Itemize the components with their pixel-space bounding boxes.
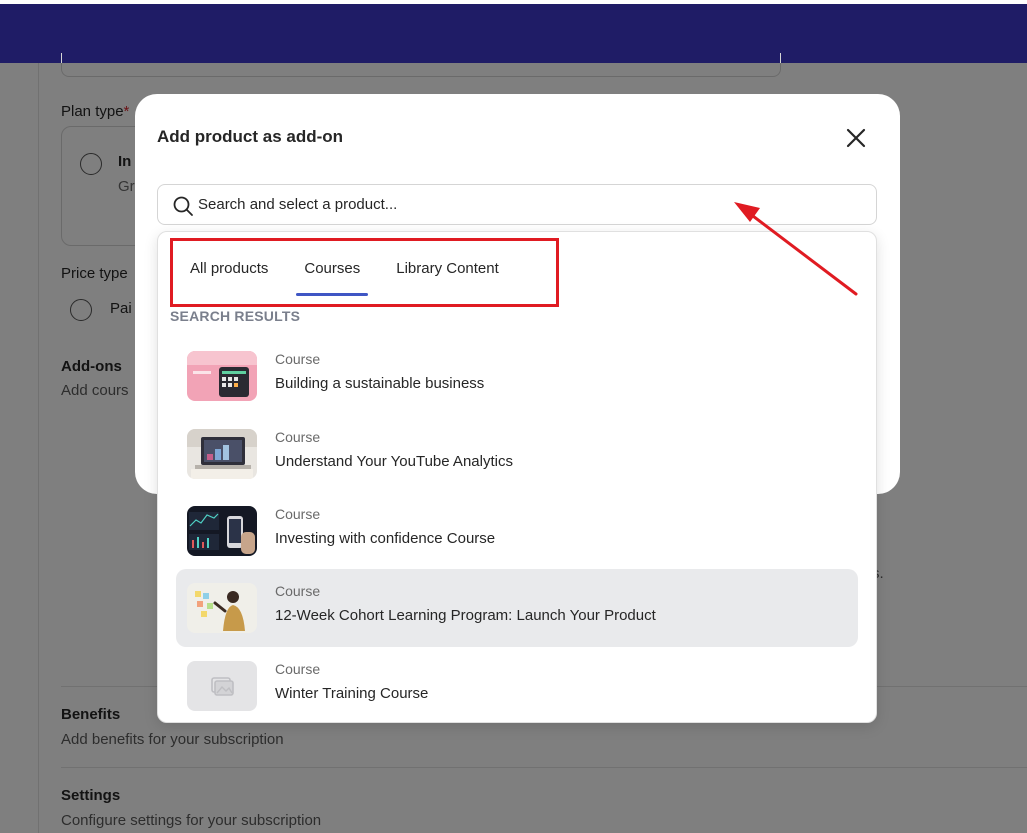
product-search-input[interactable] — [198, 185, 858, 224]
course-thumbnail — [187, 351, 257, 401]
search-icon — [173, 196, 193, 216]
search-results-dropdown: All products Courses Library Content SEA… — [157, 231, 877, 723]
list-item[interactable]: Course Investing with confidence Course — [176, 492, 858, 570]
close-icon — [846, 128, 866, 148]
tab-library-content[interactable]: Library Content — [378, 240, 517, 298]
result-name: Investing with confidence Course — [275, 530, 496, 547]
course-thumbnail — [187, 506, 257, 556]
result-name: Understand Your YouTube Analytics — [275, 453, 513, 470]
result-name: Winter Training Course — [275, 685, 429, 702]
result-type: Course — [275, 661, 321, 677]
result-type: Course — [275, 429, 321, 445]
list-item[interactable]: Course Building a sustainable business — [176, 337, 858, 415]
list-item[interactable]: Course Winter Training Course — [176, 647, 858, 722]
image-placeholder-icon — [211, 677, 234, 696]
search-results-heading: SEARCH RESULTS — [170, 308, 301, 324]
tab-courses[interactable]: Courses — [286, 240, 378, 298]
result-name: Building a sustainable business — [275, 375, 485, 392]
list-item[interactable]: Course 12-Week Cohort Learning Program: … — [176, 569, 858, 647]
tab-all-products[interactable]: All products — [172, 240, 286, 298]
product-type-tabs: All products Courses Library Content — [172, 240, 517, 300]
result-name: 12-Week Cohort Learning Program: Launch … — [275, 607, 656, 624]
close-button[interactable] — [840, 122, 872, 154]
product-search-box[interactable] — [157, 184, 877, 225]
modal-title: Add product as add-on — [157, 127, 344, 146]
course-thumbnail — [187, 583, 257, 633]
result-type: Course — [275, 583, 321, 599]
result-type: Course — [275, 351, 321, 367]
list-item[interactable]: Course Understand Your YouTube Analytics — [176, 415, 858, 493]
course-thumbnail — [187, 661, 257, 711]
course-thumbnail — [187, 429, 257, 479]
result-type: Course — [275, 506, 321, 522]
